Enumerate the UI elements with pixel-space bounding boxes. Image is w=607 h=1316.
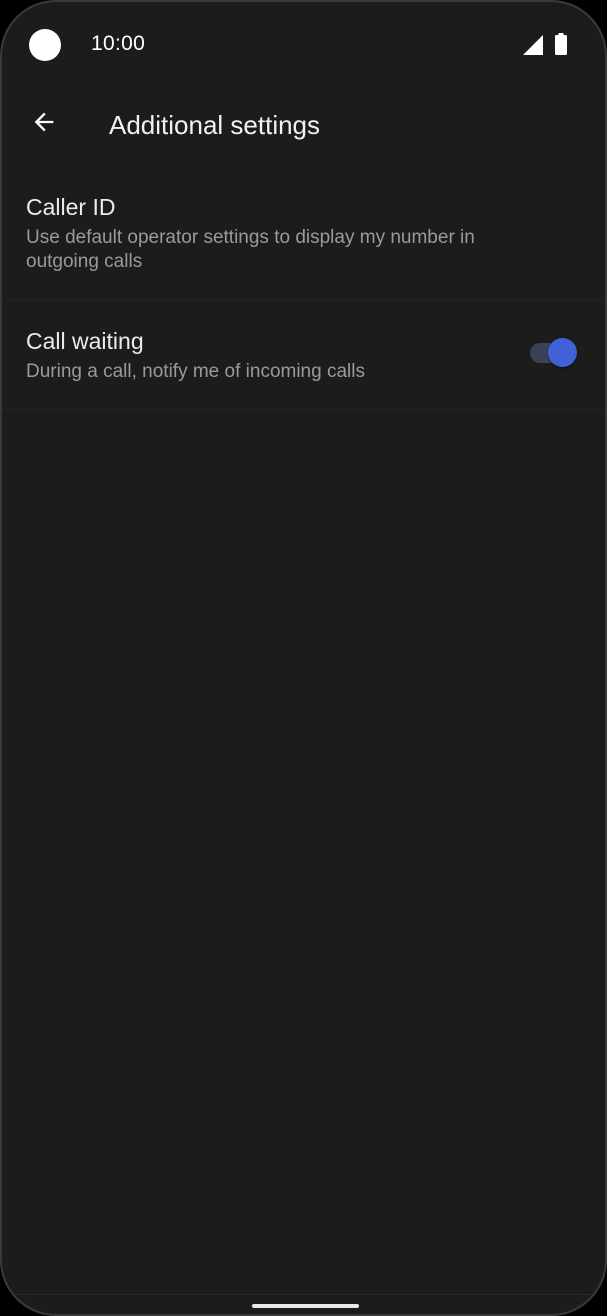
setting-title: Caller ID — [26, 194, 116, 220]
setting-summary: During a call, notify me of incoming cal… — [26, 361, 365, 382]
gesture-nav-handle[interactable] — [252, 1304, 359, 1308]
page-title: Additional settings — [109, 110, 321, 140]
setting-call-waiting[interactable]: Call waiting During a call, notify me of… — [2, 300, 605, 410]
toggle-thumb — [548, 338, 577, 367]
app-bar: Additional settings — [2, 94, 605, 158]
setting-summary: Use default operator settings to display… — [26, 227, 475, 272]
arrow-left-icon — [30, 108, 58, 141]
bottom-divider — [2, 1294, 605, 1295]
setting-title: Call waiting — [26, 328, 144, 354]
status-icons — [523, 33, 567, 55]
settings-list: Caller ID Use default operator settings … — [2, 166, 605, 410]
camera-cutout — [29, 29, 61, 61]
call-waiting-toggle[interactable] — [528, 337, 577, 367]
setting-caller-id[interactable]: Caller ID Use default operator settings … — [2, 166, 605, 300]
signal-icon — [523, 35, 543, 55]
status-time: 10:00 — [91, 32, 146, 55]
phone-screen: 10:00 Additional settings Caller ID Use … — [0, 0, 607, 1316]
status-bar: 10:00 — [2, 2, 605, 88]
battery-icon — [555, 33, 567, 55]
back-button[interactable] — [24, 104, 64, 144]
